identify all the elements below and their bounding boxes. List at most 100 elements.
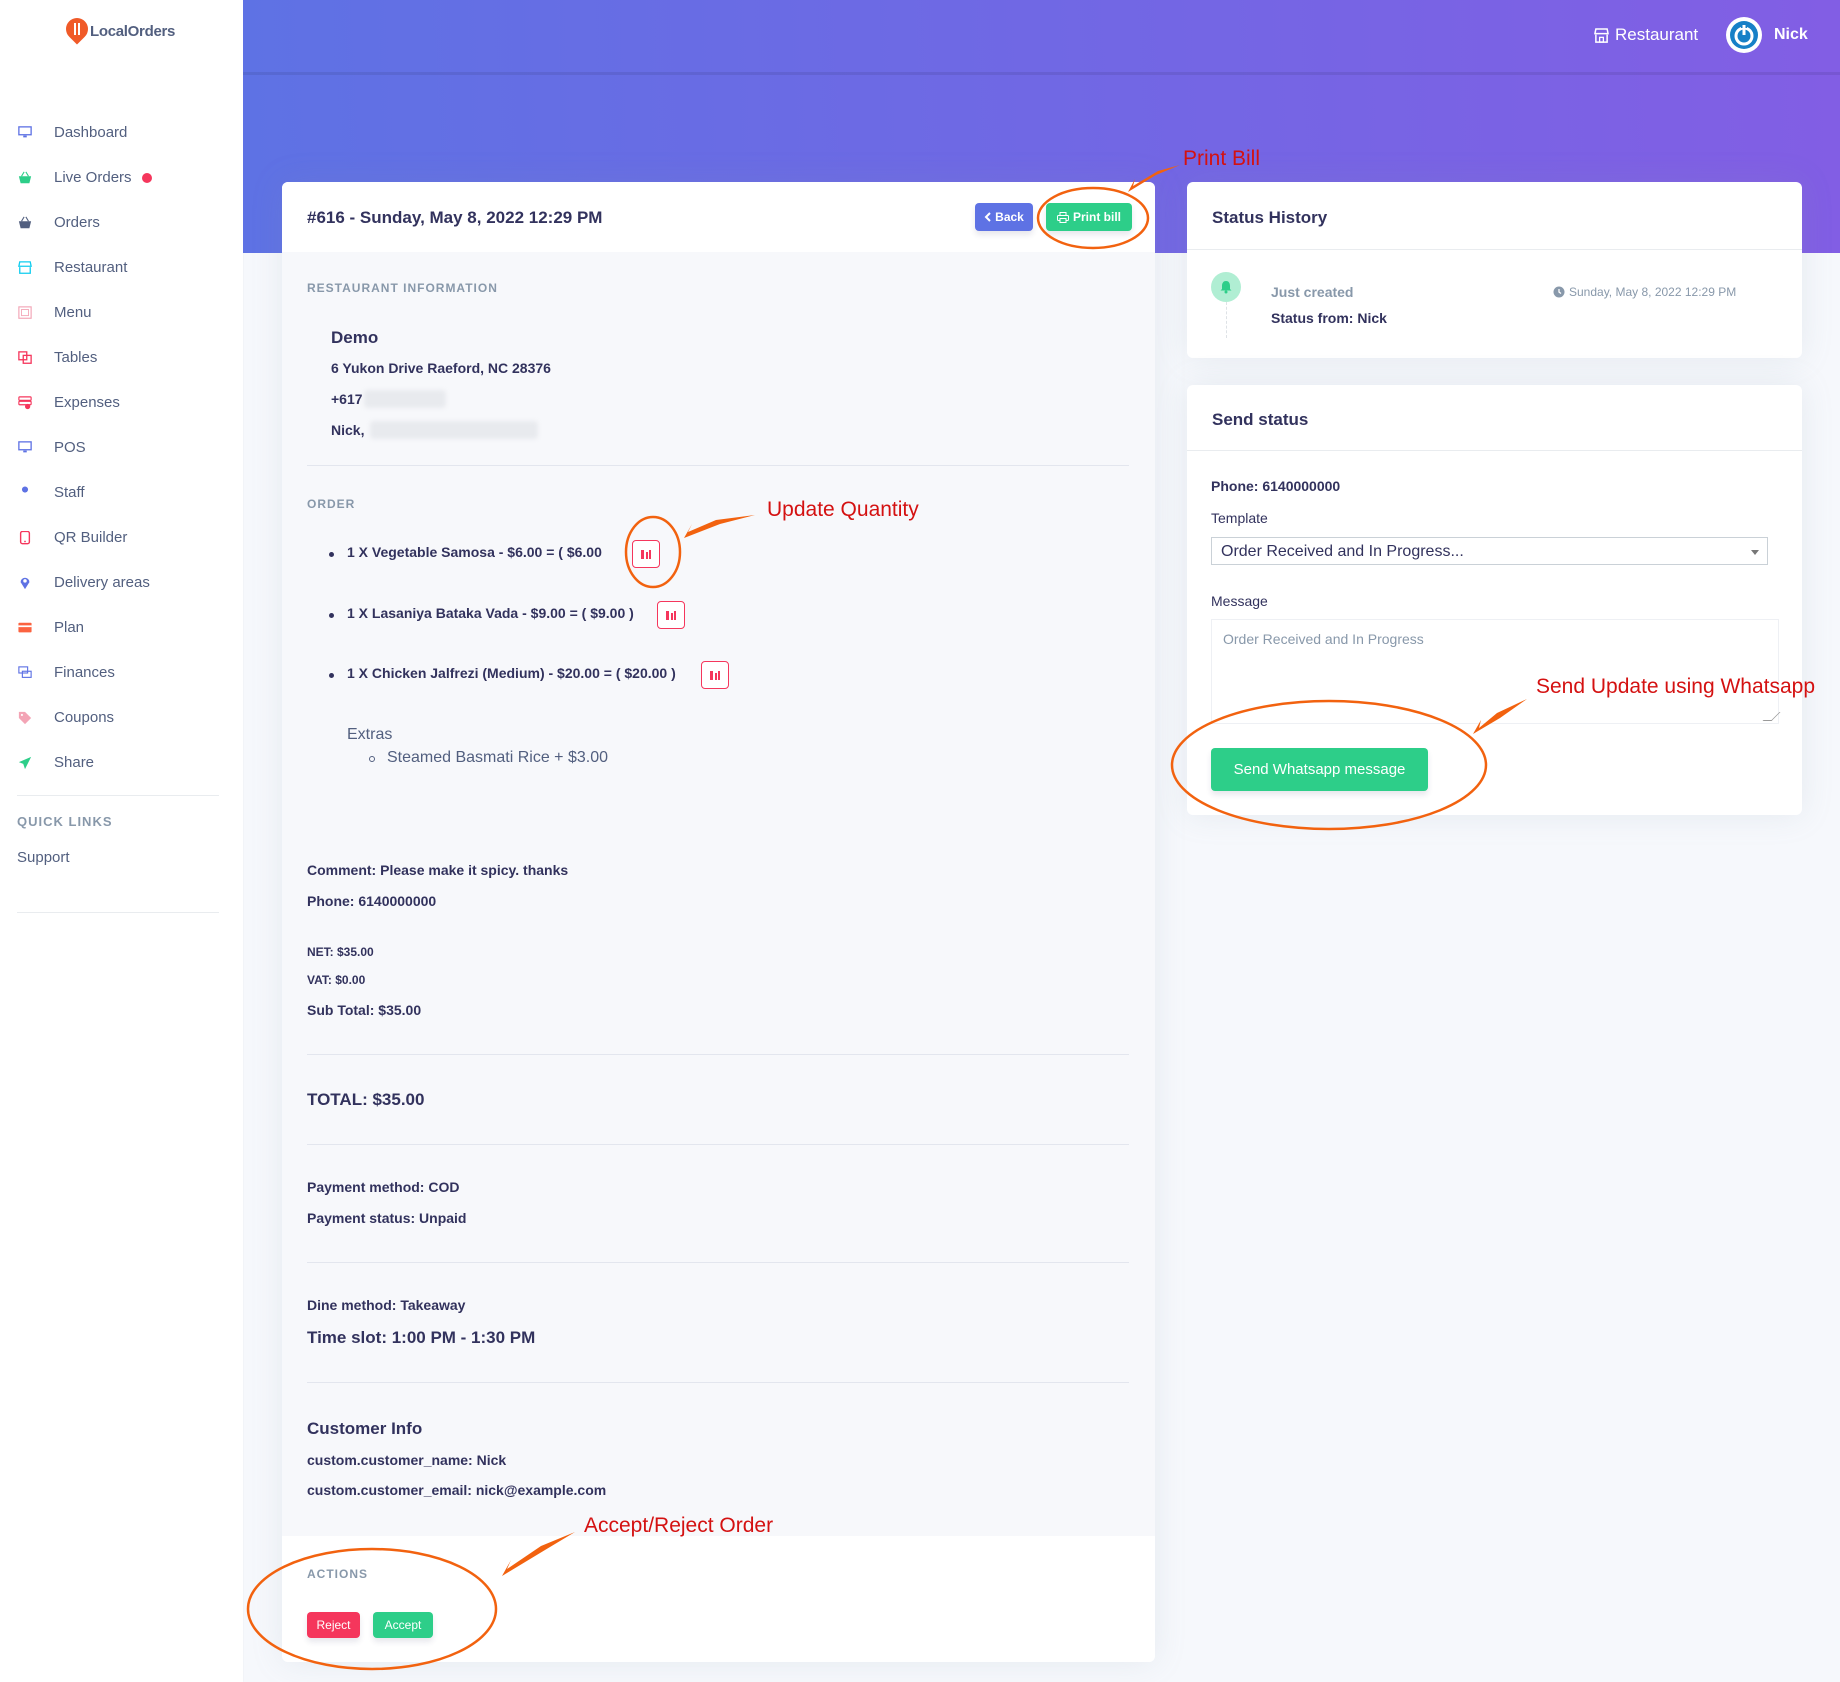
sidebar-item-label: Restaurant (54, 259, 128, 276)
divider (307, 1262, 1129, 1263)
send-status-title: Send status (1212, 410, 1309, 429)
sidebar-item-restaurant[interactable]: Restaurant (0, 245, 243, 290)
sidebar-item-expenses[interactable]: Expenses (0, 380, 243, 425)
sidebar-divider (17, 795, 219, 796)
annotation-accept-reject: Accept/Reject Order (584, 1514, 774, 1537)
brand-logo[interactable]: LocalOrders (61, 13, 175, 45)
message-textarea[interactable]: Order Received and In Progress (1211, 619, 1781, 724)
sidebar-item-finances[interactable]: Finances (0, 650, 243, 695)
sidebar-item-pos[interactable]: POS (0, 425, 243, 470)
mobile-icon (19, 530, 31, 544)
topbar-user-menu[interactable]: Nick (1726, 17, 1808, 53)
back-button[interactable]: Back (975, 203, 1033, 231)
topbar-restaurant-link[interactable]: Restaurant (1594, 25, 1698, 45)
sidebar-item-staff[interactable]: Staff (0, 470, 243, 515)
sidebar-item-tables[interactable]: Tables (0, 335, 243, 380)
sidebar-item-menu[interactable]: Menu (0, 290, 243, 335)
divider (307, 1054, 1129, 1055)
pin-icon (20, 577, 30, 589)
order-item: 1 X Lasaniya Bataka Vada - $9.00 = ( $9.… (347, 605, 634, 621)
extra-item: Steamed Basmati Rice + $3.00 (387, 749, 609, 766)
payment-status: Payment status: Unpaid (307, 1210, 467, 1226)
sidebar-item-coupons[interactable]: Coupons (0, 695, 243, 740)
quick-link-support[interactable]: Support (17, 849, 70, 866)
quantity-icon (666, 611, 676, 620)
order-item: 1 X Vegetable Samosa - $6.00 = ( $6.00 (347, 544, 602, 560)
live-indicator (141, 172, 152, 183)
printer-icon (1057, 211, 1069, 223)
divider (307, 465, 1129, 466)
quick-links-title: QUICK LINKS (17, 814, 113, 829)
restaurant-owner: Nick, (331, 422, 365, 438)
update-quantity-button[interactable] (701, 661, 729, 689)
dine-method: Dine method: Takeaway (307, 1297, 466, 1313)
sidebar-item-label: Tables (54, 349, 98, 366)
history-time: Sunday, May 8, 2022 12:29 PM (1569, 285, 1737, 299)
sidebar-divider (17, 912, 219, 913)
message-text: Order Received and In Progress (1223, 631, 1424, 647)
monitor-icon (18, 440, 32, 452)
sidebar-item-delivery-areas[interactable]: Delivery areas (0, 560, 243, 605)
send-whatsapp-button[interactable]: Send Whatsapp message (1211, 748, 1428, 791)
tag-icon (18, 711, 32, 724)
card-divider (1187, 450, 1802, 451)
order-total: TOTAL: $35.00 (307, 1090, 425, 1109)
order-label: ORDER (307, 497, 356, 511)
message-label: Message (1211, 593, 1268, 609)
redacted-phone (364, 390, 446, 408)
restaurant-name: Demo (331, 328, 379, 347)
update-quantity-button[interactable] (657, 601, 685, 629)
shop-icon (18, 260, 32, 274)
annotation-print-bill: Print Bill (1183, 147, 1261, 170)
sidebar: LocalOrders Dashboard Live Orders Orders Re… (0, 0, 243, 1682)
sidebar-item-label: Delivery areas (54, 574, 150, 591)
quantity-icon (710, 671, 720, 680)
redacted-owner (370, 421, 538, 439)
resize-grip-icon[interactable] (1762, 712, 1781, 721)
menu-icon (18, 305, 32, 319)
topbar-divider (243, 72, 1840, 75)
update-quantity-button[interactable] (632, 540, 660, 568)
template-select[interactable]: Order Received and In Progress... (1211, 537, 1768, 565)
sidebar-item-qr-builder[interactable]: QR Builder (0, 515, 243, 560)
actions-label: ACTIONS (307, 1567, 368, 1581)
list-bullet (329, 552, 334, 557)
logo-pin-icon (61, 13, 93, 45)
chevron-left-icon (984, 212, 991, 222)
sidebar-item-label: Staff (54, 484, 85, 501)
monitor-icon (18, 125, 32, 137)
annotation-update-quantity: Update Quantity (767, 498, 919, 521)
shop-icon (1594, 27, 1609, 43)
money-icon (18, 665, 32, 678)
send-status-card: Send status Phone: 6140000000 Template O… (1187, 385, 1802, 815)
customer-info-title: Customer Info (307, 1419, 423, 1438)
sidebar-item-label: Dashboard (54, 124, 128, 141)
sidebar-item-dashboard[interactable]: Dashboard (0, 110, 243, 155)
list-circle (369, 756, 375, 762)
sidebar-item-live-orders[interactable]: Live Orders (0, 155, 243, 200)
back-button-label: Back (995, 210, 1024, 224)
order-subtotal: Sub Total: $35.00 (307, 1002, 422, 1018)
coins-icon (18, 395, 32, 409)
sidebar-item-label: Expenses (54, 394, 120, 411)
sidebar-item-share[interactable]: Share (0, 740, 243, 785)
tables-icon (18, 350, 32, 364)
quantity-icon (641, 550, 651, 559)
sidebar-item-plan[interactable]: Plan (0, 605, 243, 650)
avatar (1726, 17, 1762, 53)
template-selected-value: Order Received and In Progress... (1221, 543, 1464, 560)
status-history-title: Status History (1212, 208, 1328, 227)
divider (307, 1382, 1129, 1383)
history-status: Just created (1271, 284, 1354, 300)
reject-button[interactable]: Reject (307, 1612, 360, 1638)
print-bill-button[interactable]: Print bill (1046, 203, 1132, 231)
template-label: Template (1211, 510, 1268, 526)
history-from: Status from: Nick (1271, 310, 1387, 326)
sidebar-item-orders[interactable]: Orders (0, 200, 243, 245)
order-card-header: #616 - Sunday, May 8, 2022 12:29 PM Back… (282, 182, 1155, 252)
order-phone: Phone: 6140000000 (307, 893, 437, 909)
list-bullet (329, 613, 334, 618)
divider (307, 1144, 1129, 1145)
time-slot: Time slot: 1:00 PM - 1:30 PM (307, 1328, 536, 1347)
accept-button[interactable]: Accept (373, 1612, 433, 1638)
